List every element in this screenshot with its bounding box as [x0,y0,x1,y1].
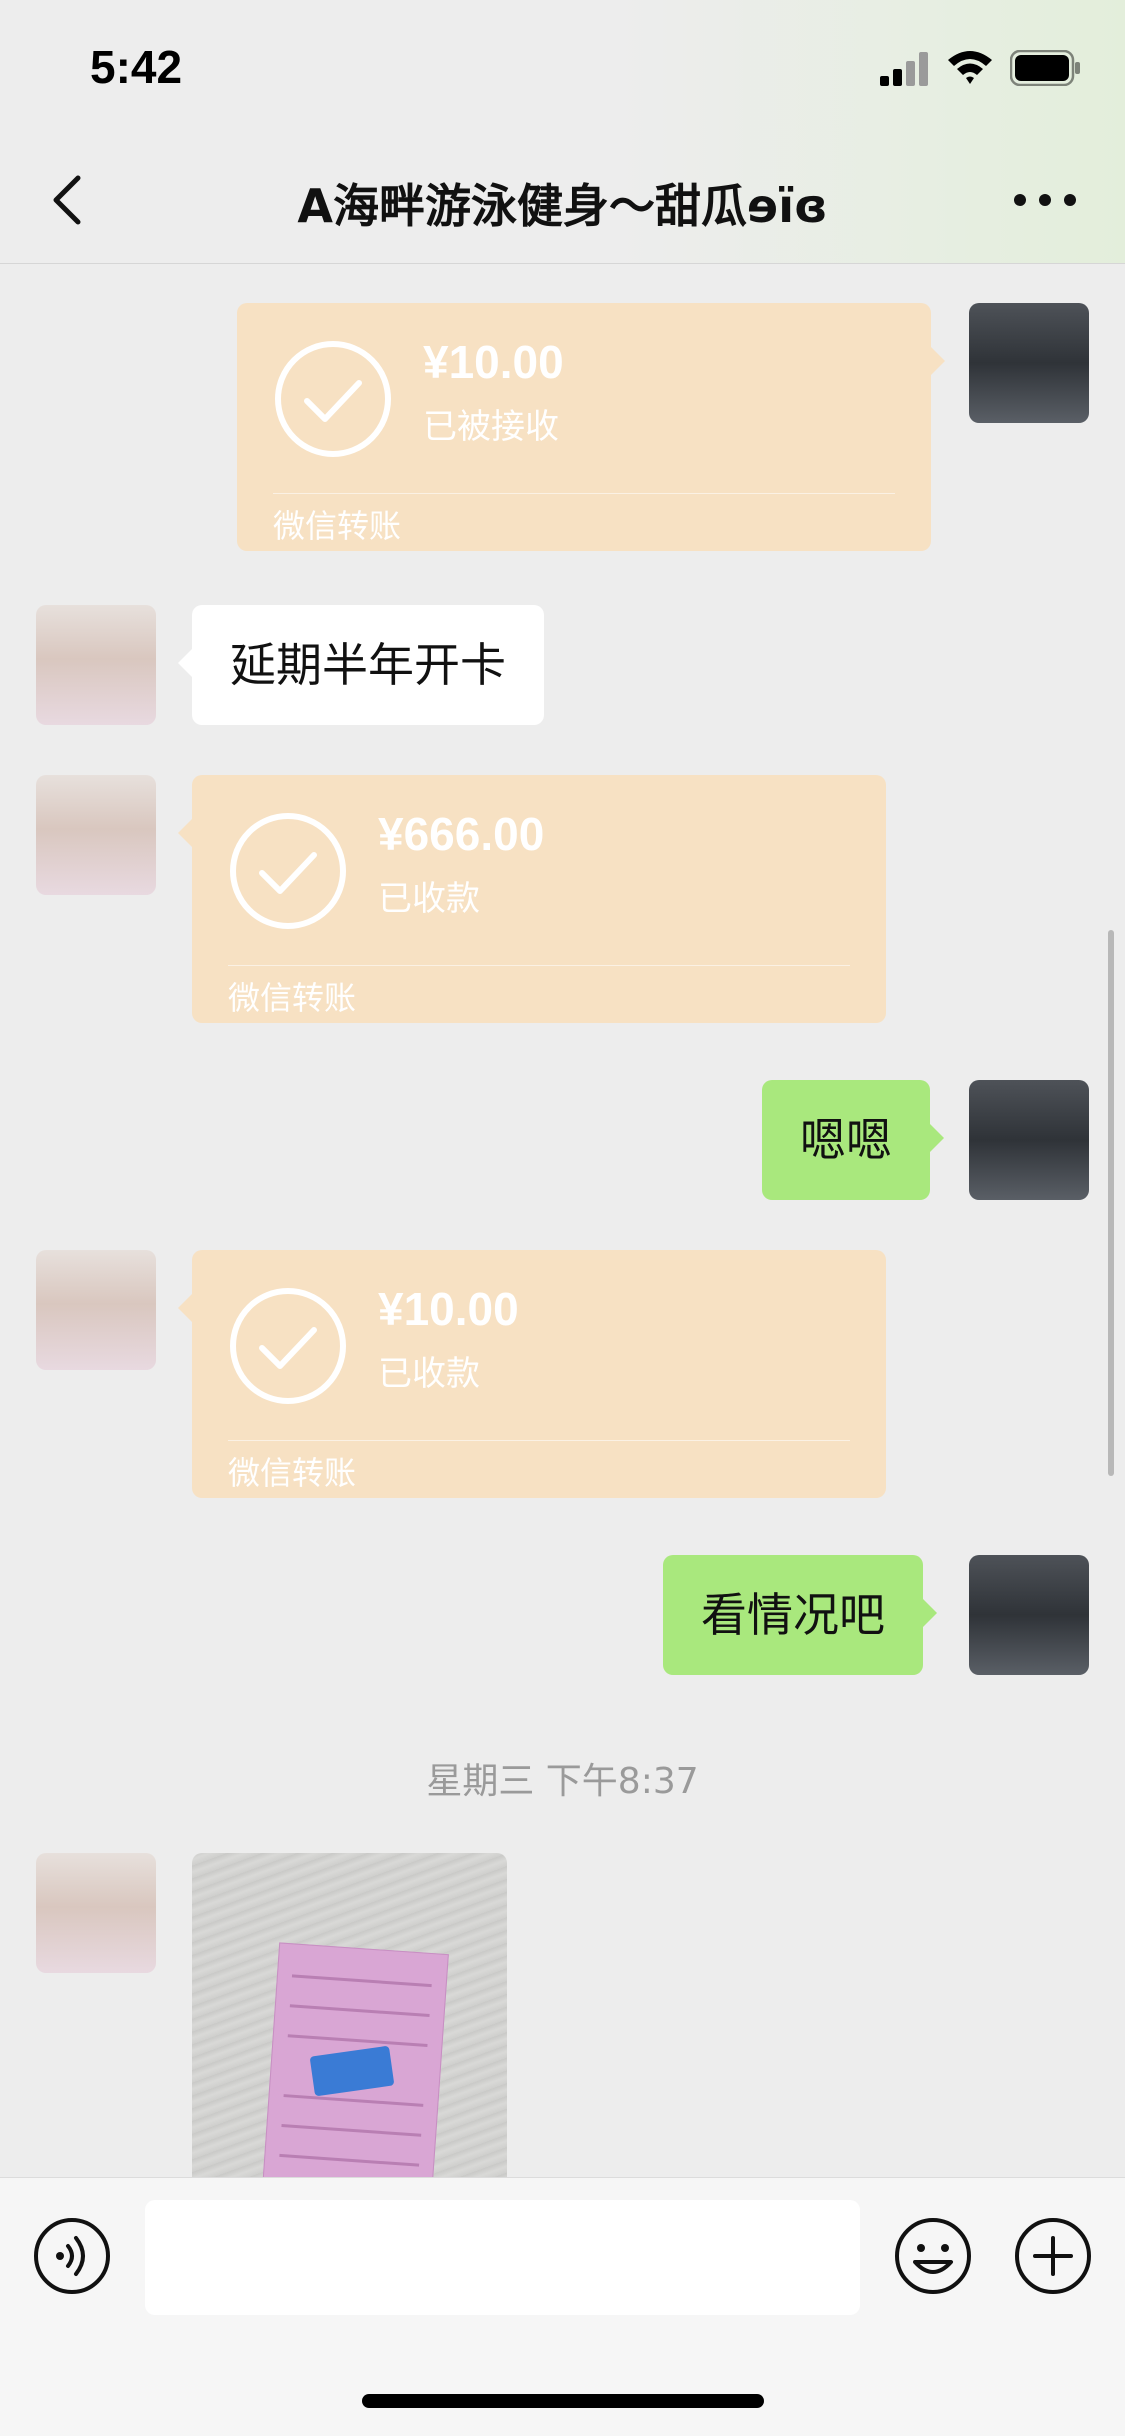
bubble-tail [930,1124,944,1152]
emoji-icon[interactable] [893,2216,973,2296]
chat-area[interactable]: ¥10.00 已被接收 微信转账 延期半年开卡 ¥666.00 已收款 微信转账… [0,265,1125,2177]
contact-avatar[interactable] [36,775,156,895]
chat-title: A海畔游泳健身～甜瓜ɘïɞ [297,179,828,233]
transfer-status: 已收款 [378,880,480,918]
divider [228,965,850,966]
image-message[interactable] [192,1853,507,2177]
home-indicator[interactable] [362,2394,764,2408]
transfer-status: 已被接收 [423,408,559,446]
my-avatar[interactable] [969,1555,1089,1675]
message-timestamp: 星期三 下午8:37 [426,1761,699,1802]
sent-text-bubble[interactable]: 嗯嗯 [762,1080,944,1200]
back-icon[interactable] [44,170,94,230]
bubble-tail [178,649,192,677]
contact-avatar[interactable] [36,1250,156,1370]
my-avatar[interactable] [969,303,1089,423]
divider [273,493,895,494]
nav-bar: A海畔游泳健身～甜瓜ɘïɞ [0,140,1125,264]
received-text-bubble[interactable]: 延期半年开卡 [178,605,544,725]
voice-icon[interactable] [32,2216,112,2296]
transfer-footer: 微信转账 [273,508,402,544]
check-icon [275,341,391,457]
transfer-amount: ¥666.00 [378,808,545,860]
bubble-tail [931,347,945,375]
transfer-amount: ¥10.00 [378,1283,519,1335]
divider [228,1440,850,1441]
transfer-footer: 微信转账 [228,980,357,1016]
signal-icon [880,52,928,86]
more-icon[interactable] [1010,188,1080,212]
plus-icon[interactable] [1013,2216,1093,2296]
transfer-footer: 微信转账 [228,1455,357,1491]
check-icon [230,813,346,929]
my-avatar[interactable] [969,1080,1089,1200]
message-text: 延期半年开卡 [230,638,506,692]
bubble-tail [923,1599,937,1627]
bubble-tail [178,1294,192,1322]
input-bar [0,2177,1125,2436]
status-bar: 5:42 [0,0,1125,140]
message-text: 嗯嗯 [800,1113,892,1167]
wifi-icon [948,51,992,84]
contact-avatar[interactable] [36,605,156,725]
check-icon [230,1288,346,1404]
bubble-tail [178,819,192,847]
battery-icon [1010,50,1080,86]
transfer-message[interactable]: ¥10.00 已收款 微信转账 [178,1250,886,1498]
transfer-status: 已收款 [378,1355,480,1393]
scrollbar[interactable] [1108,930,1114,1476]
contact-avatar[interactable] [36,1853,156,1973]
transfer-message[interactable]: ¥666.00 已收款 微信转账 [178,775,886,1023]
sent-text-bubble[interactable]: 看情况吧 [663,1555,937,1675]
message-input[interactable] [145,2200,860,2315]
transfer-amount: ¥10.00 [423,336,564,388]
status-time: 5:42 [90,41,183,93]
transfer-message[interactable]: ¥10.00 已被接收 微信转账 [237,303,945,551]
message-text: 看情况吧 [701,1588,885,1642]
